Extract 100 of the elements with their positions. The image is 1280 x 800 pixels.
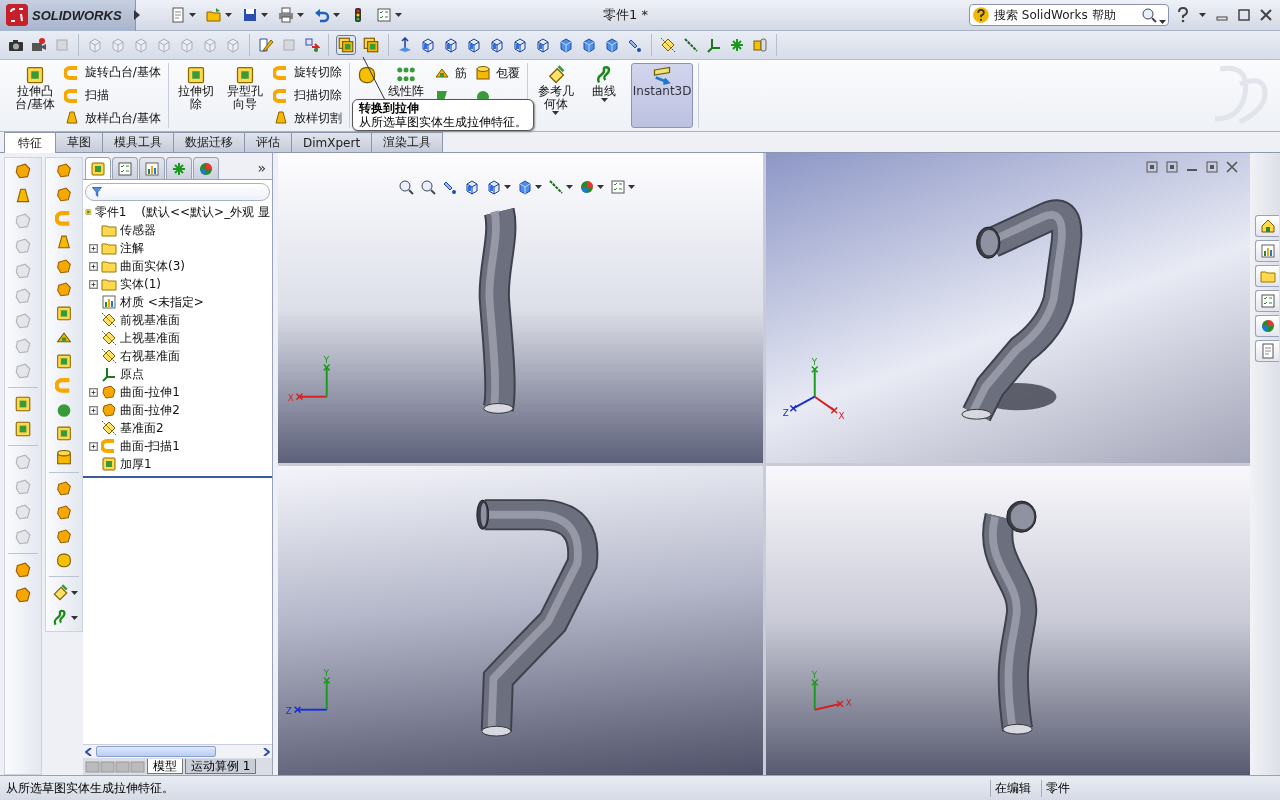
tree-item[interactable]: 曲面-拉伸1 — [120, 383, 180, 401]
appearance-tab[interactable] — [1255, 315, 1279, 337]
plane-icon[interactable] — [101, 420, 117, 436]
shaded-cube-icon[interactable] — [604, 37, 620, 53]
dropdown-caret-icon[interactable] — [225, 13, 232, 17]
dropdown-caret-icon[interactable] — [1159, 20, 1166, 24]
tree-item[interactable]: 曲面-扫描1 — [120, 437, 180, 455]
wireframe-cube-icon[interactable] — [512, 37, 528, 53]
more-tabs-button[interactable]: » — [257, 160, 266, 176]
tree-item[interactable]: 零件1 — [94, 203, 127, 221]
dropdown-caret-icon[interactable] — [261, 13, 268, 17]
panel-tab[interactable] — [85, 157, 111, 179]
panel-tab[interactable] — [193, 157, 219, 179]
ribbon-button[interactable]: 包覆 — [473, 63, 523, 83]
wireframe-cube-icon[interactable] — [466, 37, 482, 53]
section-view-icon[interactable] — [464, 179, 480, 195]
plane-icon[interactable] — [101, 330, 117, 346]
expand-toggle-icon[interactable] — [89, 441, 98, 451]
view-orientation-icon[interactable] — [486, 179, 502, 195]
help-question-icon[interactable] — [1177, 7, 1189, 23]
tab[interactable]: 评估 — [244, 132, 292, 152]
restore-icon[interactable] — [1206, 161, 1218, 173]
dropdown-caret-icon[interactable] — [333, 13, 340, 17]
ribbon-button[interactable]: 拉伸切除 — [173, 63, 219, 128]
view-palette-tab[interactable] — [1255, 290, 1279, 312]
save-icon[interactable] — [242, 7, 258, 23]
dropdown-caret-icon[interactable] — [504, 185, 511, 189]
ribbon-button[interactable]: 筋 — [432, 63, 470, 83]
tree-item[interactable]: 传感器 — [120, 221, 156, 239]
extrude-icon[interactable] — [101, 384, 117, 400]
plane-icon[interactable] — [101, 348, 117, 364]
ribbon-button[interactable]: 放样切割 — [271, 108, 345, 128]
dropdown-caret-icon[interactable] — [600, 98, 608, 103]
tree-item[interactable]: 上视基准面 — [120, 329, 180, 347]
ribbon-button[interactable]: Instant3D — [630, 63, 694, 128]
close-icon[interactable] — [1260, 9, 1272, 21]
tree-item[interactable]: 实体(1) — [120, 275, 161, 293]
feature-tool-icon[interactable] — [55, 162, 73, 179]
thicken-icon[interactable] — [101, 456, 117, 472]
feature-tool-icon[interactable] — [14, 420, 32, 438]
plane-icon[interactable] — [660, 37, 676, 53]
tree-item[interactable]: 基准面2 — [120, 419, 164, 437]
tree-item[interactable]: 曲面实体(3) — [120, 257, 185, 275]
printer-icon[interactable] — [278, 7, 294, 23]
plane-icon[interactable] — [101, 312, 117, 328]
tree-item[interactable]: 加厚1 — [120, 455, 152, 473]
dropdown-caret-icon[interactable] — [1199, 13, 1206, 17]
tab[interactable]: 模型 — [147, 759, 183, 774]
wireframe-cube-icon[interactable] — [489, 37, 505, 53]
convert-icon[interactable] — [337, 36, 355, 54]
extrude-icon[interactable] — [101, 402, 117, 418]
axis-line-icon[interactable] — [683, 37, 699, 53]
ribbon-button[interactable]: 扫描切除 — [271, 85, 345, 106]
maximize-icon[interactable] — [1238, 9, 1250, 21]
tree-item[interactable]: 曲面-拉伸2 — [120, 401, 180, 419]
search-icon[interactable] — [1141, 7, 1157, 23]
dropdown-caret-icon[interactable] — [566, 185, 573, 189]
dropdown-caret-icon[interactable] — [535, 185, 542, 189]
camera-icon[interactable] — [8, 37, 24, 53]
ribbon-button[interactable]: 曲线 — [582, 63, 627, 128]
panel-tab[interactable] — [139, 157, 165, 179]
zoom-area-icon[interactable] — [420, 179, 436, 195]
horizontal-scrollbar[interactable] — [83, 744, 272, 758]
point-icon[interactable] — [729, 37, 745, 53]
tab[interactable]: 渲染工具 — [371, 132, 444, 152]
tile-left-icon[interactable] — [1146, 161, 1158, 173]
feature-tool-icon[interactable] — [14, 187, 32, 205]
expand-toggle-icon[interactable] — [89, 279, 98, 289]
dropdown-caret-icon[interactable] — [395, 13, 402, 17]
ribbon-button[interactable]: 异型孔向导 — [222, 63, 268, 128]
feature-tool-icon[interactable] — [14, 561, 32, 579]
mate-icon[interactable] — [752, 37, 768, 53]
wireframe-cube-icon[interactable] — [420, 37, 436, 53]
feature-tool-icon[interactable] — [14, 586, 32, 604]
wireframe-cube-icon[interactable] — [443, 37, 459, 53]
expand-toggle-icon[interactable] — [89, 261, 98, 271]
ribbon-button[interactable]: 参考几何体 — [533, 63, 579, 128]
zoom-icon[interactable] — [398, 179, 414, 195]
record-icon[interactable] — [31, 37, 47, 53]
tree-item[interactable]: 前视基准面 — [120, 311, 180, 329]
ribbon-button[interactable]: 拉伸凸台/基体 — [13, 63, 58, 128]
origin-icon[interactable] — [101, 366, 117, 382]
scroll-left-icon[interactable] — [85, 747, 93, 756]
tree-item[interactable]: 材质 <未指定> — [120, 293, 204, 311]
tab[interactable]: 数据迁移 — [173, 132, 245, 152]
shaded-cube-icon[interactable] — [581, 37, 597, 53]
checklist-icon[interactable] — [376, 7, 392, 23]
ribbon-button[interactable]: 旋转切除 — [271, 63, 345, 83]
tab[interactable]: 特征 — [4, 132, 56, 154]
axis-icon[interactable] — [397, 37, 413, 53]
dropdown-caret-icon[interactable] — [189, 13, 196, 17]
feature-tool-icon[interactable] — [14, 162, 32, 180]
ribbon-button[interactable]: 扫描 — [61, 85, 163, 106]
shaded-cube-icon[interactable] — [558, 37, 574, 53]
library-tab[interactable] — [1255, 240, 1279, 262]
wireframe-cube-icon[interactable] — [535, 37, 551, 53]
undo-icon[interactable] — [314, 7, 330, 23]
ribbon-button[interactable]: 放样凸台/基体 — [61, 108, 163, 128]
close-icon[interactable] — [1226, 161, 1238, 173]
dropdown-caret-icon[interactable] — [297, 13, 304, 17]
